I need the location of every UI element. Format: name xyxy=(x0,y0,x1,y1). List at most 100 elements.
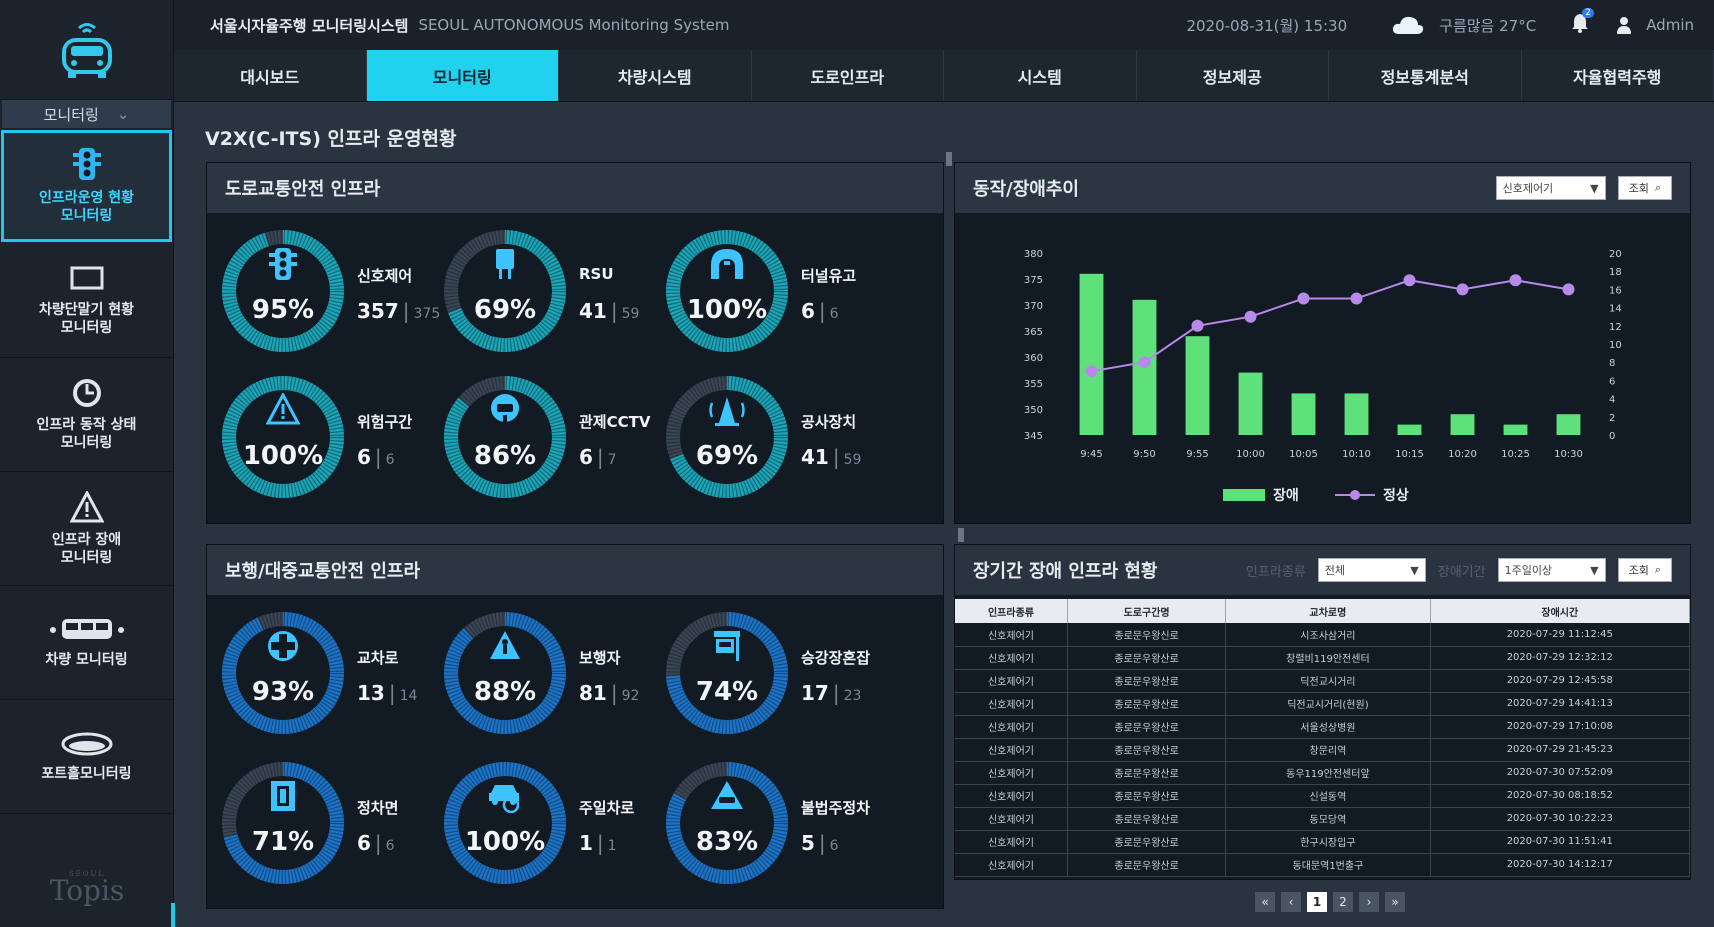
gauge-3[interactable]: 74% 승강장혼잡 17 | 23 xyxy=(661,607,901,747)
line-point-8 xyxy=(1456,283,1469,296)
page-button-3[interactable]: 1 xyxy=(1307,892,1327,912)
column-header[interactable]: 교차로명 xyxy=(1225,599,1431,623)
column-header[interactable]: 인프라종류 xyxy=(955,599,1068,623)
search-button[interactable]: 조회 ⌕ xyxy=(1617,176,1672,200)
user-name[interactable]: Admin xyxy=(1646,16,1694,34)
table-row[interactable]: 신호제어기 종로문우왕산로 딕전교시거리(현원) 2020-07-29 14:41:1… xyxy=(955,692,1691,716)
select-value: 1주일이상 xyxy=(1504,564,1553,577)
nav-tab-1[interactable]: 대시보드 xyxy=(174,50,367,101)
column-header[interactable]: 도로구간명 xyxy=(1067,599,1227,623)
gauge-6[interactable]: 69% 공사장치 41 | 59 xyxy=(661,371,901,511)
table-cell: 2020-07-30 11:51:41 xyxy=(1430,830,1691,854)
table-cell: 신호제어기 xyxy=(955,807,1068,831)
nav-tab-2[interactable]: 모니터링 xyxy=(366,50,559,101)
bar-8 xyxy=(1450,414,1475,435)
line-point-1 xyxy=(1085,365,1098,378)
gauge-4[interactable]: 71% 정차면 6 | 6 xyxy=(217,757,457,897)
table-row[interactable]: 신호제어기 종로문우왕산로 딕전교시거리 2020-07-29 12:45:58 xyxy=(955,669,1691,693)
gauge-4[interactable]: 100% 위험구간 6 | 6 xyxy=(217,371,457,511)
device-type-select[interactable]: 신호제어기 ▼ xyxy=(1495,176,1606,200)
table-row[interactable]: 신호제어기 종로문우왕산로 한구시장입구 2020-07-30 11:51:41 xyxy=(955,830,1691,854)
gauge-6[interactable]: 83% 불법주정차 5 | 6 xyxy=(661,757,901,897)
gauge-2[interactable]: 69% RSU 41 | 59 xyxy=(439,225,679,365)
nav-tab-6[interactable]: 정보제공 xyxy=(1137,50,1329,101)
gauge-5[interactable]: 100% 주일차로 1 | 1 xyxy=(439,757,679,897)
y-right-tick-label: 20 xyxy=(1609,249,1622,260)
table-cell: 동모당역 xyxy=(1225,807,1431,831)
warning-icon xyxy=(261,393,305,427)
table-row[interactable]: 신호제어기 종로문우왕산로 동우119안전센터앞 2020-07-30 07:52:0… xyxy=(955,761,1691,785)
table-row[interactable]: 신호제어기 종로문우왕산로 신설동역 2020-07-30 08:18:52 xyxy=(955,784,1691,808)
gauge-name: 불법주정차 xyxy=(801,799,871,817)
line-point-9 xyxy=(1509,274,1522,287)
page-button-5[interactable]: › xyxy=(1359,892,1379,912)
legend-line-marker xyxy=(1350,490,1360,500)
panel-title: 보행/대중교통안전 인프라 xyxy=(225,561,420,582)
user-icon xyxy=(1617,17,1632,34)
table-row[interactable]: 신호제어기 종로문우왕산로 창렬비119안전센터 2020-07-29 12:32:1… xyxy=(955,646,1691,670)
button-label: 조회 xyxy=(1628,182,1649,195)
page-button-4[interactable]: 2 xyxy=(1333,892,1353,912)
page-button-2[interactable]: ‹ xyxy=(1281,892,1301,912)
gauge-1[interactable]: 93% 교차로 13 | 14 xyxy=(217,607,457,747)
gauge-percent: 88% xyxy=(473,677,537,707)
gauge-1[interactable]: 95% 신호제어 357 | 375 xyxy=(217,225,457,365)
gauge-5[interactable]: 86% 관제CCTV 6 | 7 xyxy=(439,371,679,511)
table-cell: 신설동역 xyxy=(1225,784,1431,808)
gauge-ring xyxy=(444,230,566,352)
pedestrian-icon xyxy=(483,629,527,663)
gauge-total: 23 xyxy=(843,688,862,704)
gauge-2[interactable]: 88% 보행자 81 | 92 xyxy=(439,607,679,747)
table-cell: 창렬비119안전센터 xyxy=(1225,646,1431,670)
pagination: « ‹ 1 2 › » xyxy=(1255,892,1405,912)
warning-icon xyxy=(69,490,104,523)
sidebar-menu-dropdown[interactable]: 모니터링 ⌄ xyxy=(2,100,171,128)
gauge-value: 81 xyxy=(579,681,607,705)
page-title: V2X(C-ITS) 인프라 운영현황 xyxy=(205,128,457,150)
page-button-1[interactable]: « xyxy=(1255,892,1275,912)
select-value: 신호제어기 xyxy=(1502,182,1554,195)
nav-tab-5[interactable]: 시스템 xyxy=(944,50,1137,101)
page-button-6[interactable]: » xyxy=(1385,892,1405,912)
notification-bell[interactable]: 2 xyxy=(1570,8,1594,38)
sidebar-item-1[interactable]: 인프라운영 현황 모니터링 xyxy=(1,130,172,242)
table-cell: 종로문우왕신로 xyxy=(1067,623,1227,647)
table-row[interactable]: 신호제어기 종로문우왕산로 동모당역 2020-07-30 10:22:23 xyxy=(955,807,1691,831)
nav-tab-7[interactable]: 정보통계분석 xyxy=(1329,50,1522,101)
search-button[interactable]: 조회 ⌕ xyxy=(1617,558,1672,582)
sidebar-item-5[interactable]: 차량 모니터링 xyxy=(0,586,173,700)
gauge-count: 6 | 6 xyxy=(801,299,839,323)
logo[interactable] xyxy=(0,0,173,100)
gauge-total: 59 xyxy=(621,306,640,322)
y-left-tick-label: 365 xyxy=(1024,327,1043,338)
cctv-icon xyxy=(483,393,527,427)
table-cell: 종로문우왕산로 xyxy=(1067,646,1227,670)
gauge-name: 신호제어 xyxy=(357,267,413,285)
sidebar-item-3[interactable]: 인프라 동작 상태 모니터링 xyxy=(0,358,173,472)
line-series xyxy=(1091,279,1569,373)
filter-label: 장애기간 xyxy=(1437,564,1486,580)
x-tick-label: 10:00 xyxy=(1236,449,1265,460)
table-row[interactable]: 신호제어기 종로문우왕산로 동대문역1번출구 2020-07-30 14:12:17 xyxy=(955,853,1691,877)
gauge-name: 관제CCTV xyxy=(579,413,651,431)
table-row[interactable]: 신호제어기 종로문우왕산로 서울성상병원 2020-07-29 17:10:08 xyxy=(955,715,1691,739)
table-row[interactable]: 신호제어기 종로문우왕신로 시조사삼거리 2020-07-29 11:12:45 xyxy=(955,623,1691,647)
table-cell: 종로문우왕산로 xyxy=(1067,738,1227,762)
sidebar-item-6[interactable]: 포트홀모니터링 xyxy=(0,700,173,814)
intersection-icon xyxy=(261,629,305,663)
infra-type-select[interactable]: 전체 ▼ xyxy=(1317,558,1426,582)
fault-period-select[interactable]: 1주일이상 ▼ xyxy=(1497,558,1606,582)
nav-tab-8[interactable]: 자율협력주행 xyxy=(1522,50,1714,101)
sidebar-item-2[interactable]: 차량단말기 현황 모니터링 xyxy=(0,244,173,358)
line-point-7 xyxy=(1403,274,1416,287)
scroll-marker xyxy=(958,528,964,542)
sidebar-item-label: 차량단말기 현황 모니터링 xyxy=(38,301,135,336)
column-header[interactable]: 장애시간 xyxy=(1430,599,1691,623)
chevron-down-icon: ⌄ xyxy=(116,105,130,123)
nav-tab-3[interactable]: 차량시스템 xyxy=(559,50,752,101)
gauge-3[interactable]: 100% 터널유고 6 | 6 xyxy=(661,225,901,365)
nav-tab-4[interactable]: 도로인프라 xyxy=(752,50,944,101)
table-row[interactable]: 신호제어기 종로문우왕산로 창문리역 2020-07-29 21:45:23 xyxy=(955,738,1691,762)
sidebar-item-4[interactable]: 인프라 장애 모니터링 xyxy=(0,472,173,586)
cloud-icon xyxy=(1393,16,1424,34)
